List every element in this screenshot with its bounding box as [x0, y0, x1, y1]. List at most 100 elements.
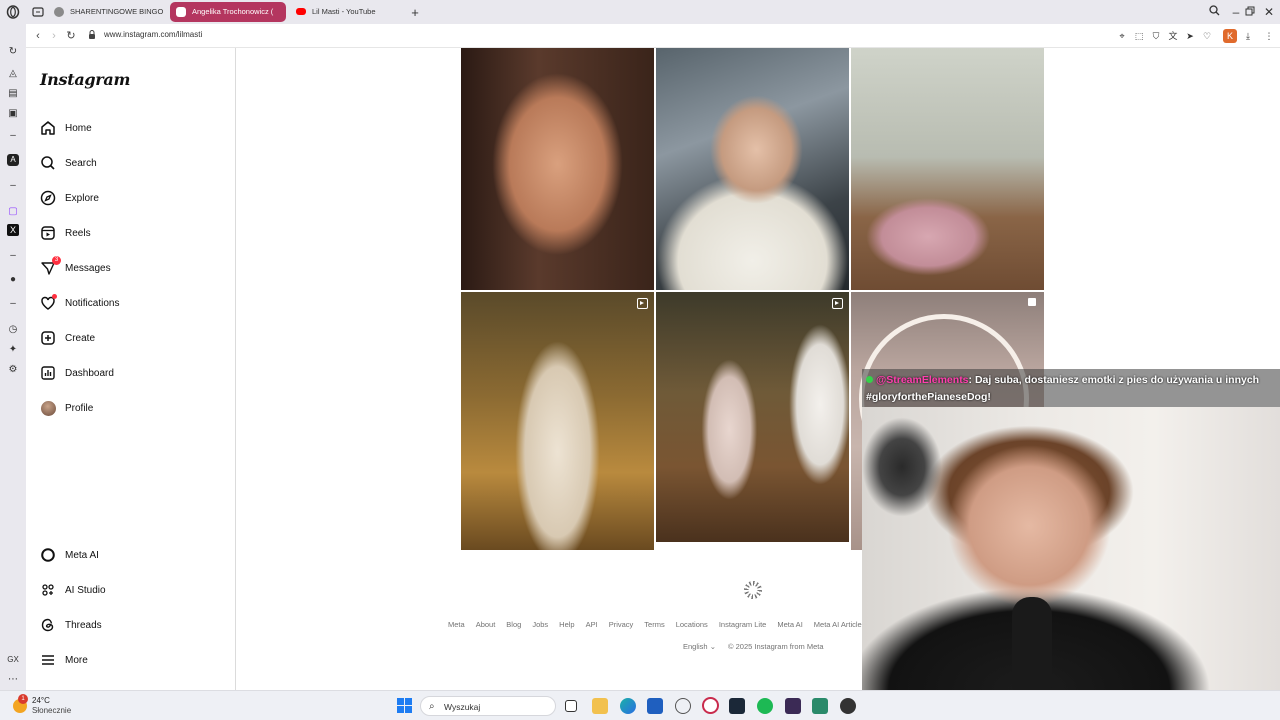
edge-icon[interactable] [620, 698, 636, 714]
nav-reels[interactable]: Reels [38, 219, 224, 247]
nav-label: Search [65, 157, 97, 169]
spotify-icon[interactable]: ● [5, 272, 21, 288]
footer-link[interactable]: Help [559, 620, 574, 629]
nav-dashboard[interactable]: Dashboard [38, 359, 224, 387]
footer-link[interactable]: Privacy [609, 620, 634, 629]
tab-label: Lil Masti - YouTube [312, 7, 376, 16]
language-select[interactable]: English ⌄ [683, 642, 716, 651]
twitch-icon[interactable]: ▢ [5, 204, 21, 220]
flow-icon[interactable]: ▤ [5, 86, 21, 102]
history-icon[interactable]: ↻ [5, 44, 21, 60]
back-icon[interactable]: ‹ [30, 28, 46, 44]
messenger-app-icon[interactable]: ▣ [5, 106, 21, 122]
footer-link[interactable]: Blog [506, 620, 521, 629]
tab-youtube[interactable]: Lil Masti - YouTube [290, 2, 402, 22]
taskbar-search[interactable]: ⌕ Wyszukaj [420, 696, 556, 716]
footer-link[interactable]: Meta AI [777, 620, 802, 629]
settings-app-icon[interactable] [675, 698, 691, 714]
chat-username: @StreamElements [876, 374, 969, 386]
nav-meta-ai[interactable]: Meta AI [38, 541, 224, 569]
aria-icon[interactable]: ◬ [5, 66, 21, 82]
nav-messages[interactable]: 3 Messages [38, 254, 224, 282]
weather-badge: 1 [18, 694, 28, 704]
search-tabs-icon[interactable] [1205, 3, 1223, 21]
footer-link[interactable]: Meta AI Articles [814, 620, 866, 629]
nav-label: Messages [65, 262, 111, 274]
shield-icon[interactable]: ⛉ [1149, 29, 1163, 43]
obs-icon[interactable] [840, 698, 856, 714]
pin-icon[interactable]: ⌖ [1115, 29, 1129, 43]
nav-ai-studio[interactable]: AI Studio [38, 576, 224, 604]
nav-home[interactable]: Home [38, 114, 224, 142]
post-thumbnail[interactable] [461, 292, 654, 550]
new-tab-button[interactable]: + [406, 3, 424, 21]
hamburger-icon [38, 650, 58, 670]
footer-link[interactable]: About [476, 620, 496, 629]
profile-avatar[interactable]: K [1223, 29, 1237, 43]
nav-explore[interactable]: Explore [38, 184, 224, 212]
nav-label: Reels [65, 227, 91, 239]
translate-icon[interactable]: 文 [1166, 29, 1180, 43]
menu-icon[interactable]: ⋮ [1262, 29, 1276, 43]
footer-link[interactable]: Meta [448, 620, 465, 629]
chat-text-line-2: #gloryforthePianeseDog! [866, 391, 991, 403]
notepad-icon[interactable] [812, 698, 828, 714]
footer-bottom: English ⌄ © 2025 Instagram from Meta [683, 642, 824, 651]
instagram-logo[interactable]: Instagram [40, 70, 130, 89]
language-label: English [683, 642, 708, 651]
file-explorer-icon[interactable] [592, 698, 608, 714]
close-icon[interactable]: ✕ [1260, 3, 1278, 21]
windows-start-icon[interactable] [397, 698, 412, 713]
reels-icon [637, 298, 648, 309]
footer-link[interactable]: Locations [676, 620, 708, 629]
nav-more[interactable]: More [38, 646, 224, 674]
reload-icon[interactable]: ↻ [63, 28, 79, 44]
gx-icon[interactable]: GX [5, 652, 21, 668]
ai-app-icon[interactable]: A [7, 154, 19, 166]
more-dots-icon[interactable]: ⋯ [5, 672, 21, 688]
snapshot-icon[interactable]: ⬚ [1132, 29, 1146, 43]
nav-create[interactable]: Create [38, 324, 224, 352]
nav-label: AI Studio [65, 584, 106, 596]
settings-icon[interactable]: ⚙ [5, 362, 21, 378]
temperature[interactable]: 24°C [32, 696, 50, 705]
nav-profile[interactable]: Profile [38, 394, 224, 422]
spotify-icon[interactable] [757, 698, 773, 714]
search-label: Wyszukaj [444, 702, 481, 712]
footer-link[interactable]: Jobs [532, 620, 548, 629]
nav-notifications[interactable]: Notifications [38, 289, 224, 317]
weather-condition[interactable]: Słonecznie [32, 706, 71, 715]
nav-threads[interactable]: Threads [38, 611, 224, 639]
profile-avatar-wrap [38, 398, 58, 418]
footer-link[interactable]: Instagram Lite [719, 620, 767, 629]
tab-instagram[interactable]: Angelika Trochonowicz ( [170, 2, 286, 22]
url-field[interactable]: www.instagram.com/lilmasti [104, 30, 202, 39]
post-thumbnail[interactable] [656, 292, 849, 542]
task-view-icon[interactable] [565, 700, 577, 712]
extensions-icon[interactable]: ✦ [5, 342, 21, 358]
post-thumbnail[interactable] [851, 48, 1044, 290]
footer-link[interactable]: API [586, 620, 598, 629]
bookmark-heart-icon[interactable]: ♡ [1200, 29, 1214, 43]
app-icon[interactable] [785, 698, 801, 714]
forward-icon[interactable]: › [46, 28, 62, 44]
footer-link[interactable]: Terms [644, 620, 664, 629]
tab-islands-icon[interactable] [29, 3, 47, 21]
download-icon[interactable]: ⤓ [1241, 29, 1255, 43]
nav-search[interactable]: Search [38, 149, 224, 177]
store-icon[interactable] [647, 698, 663, 714]
restore-icon[interactable] [1241, 3, 1259, 21]
tab-sharentingowe-bingo[interactable]: SHARENTINGOWE BINGO [48, 2, 166, 22]
lock-icon[interactable] [84, 28, 100, 44]
post-thumbnail[interactable] [656, 48, 849, 290]
x-twitter-icon[interactable]: X [7, 224, 19, 236]
tab-label: Angelika Trochonowicz ( [192, 7, 274, 16]
carousel-icon [1028, 298, 1036, 306]
opera-gx-icon[interactable] [702, 697, 719, 714]
threads-icon [38, 615, 58, 635]
clock-icon[interactable]: ◷ [5, 322, 21, 338]
steam-icon[interactable] [729, 698, 745, 714]
opera-logo-icon[interactable] [4, 3, 22, 21]
send-icon[interactable]: ➤ [1183, 29, 1197, 43]
post-thumbnail[interactable] [461, 48, 654, 290]
